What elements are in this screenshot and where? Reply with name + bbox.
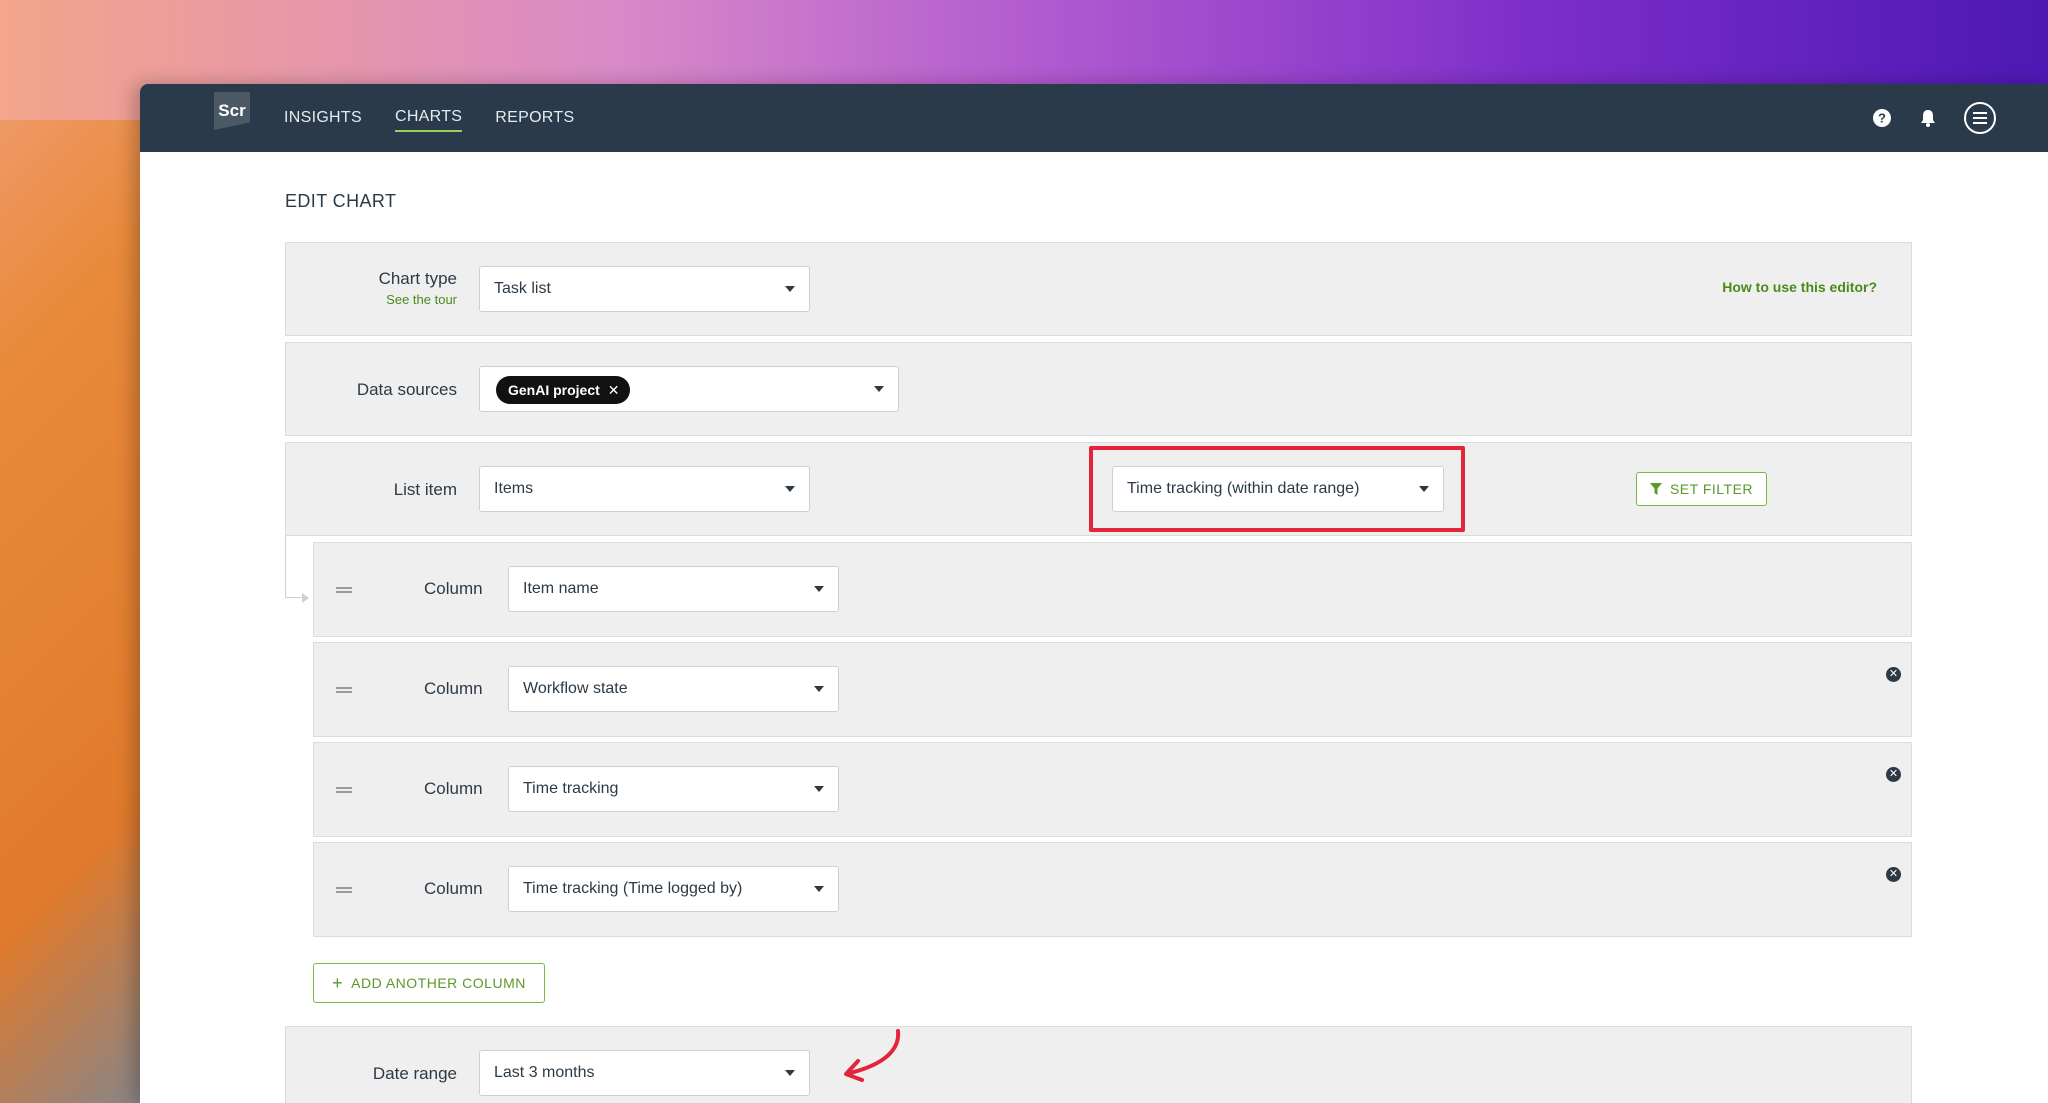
column-row: Column Workflow state ✕ — [313, 642, 1912, 737]
column-row: Column Time tracking ✕ — [313, 742, 1912, 837]
remove-column-icon[interactable]: ✕ — [1886, 667, 1901, 682]
chevron-down-icon — [814, 686, 824, 692]
list-item-label: List item — [393, 480, 457, 499]
data-source-chip: GenAI project ✕ — [496, 376, 630, 404]
nav-insights[interactable]: INSIGHTS — [284, 105, 362, 131]
date-range-label: Date range — [372, 1064, 457, 1083]
how-to-use-editor-link[interactable]: How to use this editor? — [1722, 279, 1877, 295]
column-row: Column Time tracking (Time logged by) ✕ — [313, 842, 1912, 937]
chevron-down-icon — [785, 286, 795, 292]
plus-icon: + — [332, 973, 344, 993]
app-window: Scr INSIGHTS CHARTS REPORTS ? EDIT CHART… — [140, 84, 2048, 1103]
column-label: Column — [424, 779, 483, 798]
date-range-row: Date range Last 3 months — [285, 1026, 1912, 1103]
nav-reports[interactable]: REPORTS — [495, 105, 574, 131]
chevron-down-icon — [874, 386, 884, 392]
main-nav: INSIGHTS CHARTS REPORTS — [284, 84, 574, 152]
list-item-select[interactable]: Items — [479, 466, 810, 512]
topbar-icons: ? — [1872, 84, 1996, 152]
menu-icon[interactable] — [1964, 102, 1996, 134]
chevron-down-icon — [814, 786, 824, 792]
drag-handle-icon[interactable] — [336, 687, 352, 693]
column-select[interactable]: Item name — [508, 566, 839, 612]
tree-connector — [285, 536, 286, 598]
column-label: Column — [424, 879, 483, 898]
chart-type-value: Task list — [494, 280, 551, 297]
add-another-column-button[interactable]: + ADD ANOTHER COLUMN — [313, 963, 545, 1003]
column-select[interactable]: Time tracking — [508, 766, 839, 812]
chart-type-select[interactable]: Task list — [479, 266, 810, 312]
app-logo[interactable]: Scr — [214, 92, 250, 130]
red-highlight-box — [1089, 446, 1465, 532]
bell-icon[interactable] — [1918, 108, 1938, 128]
column-label: Column — [424, 679, 483, 698]
remove-column-icon[interactable]: ✕ — [1886, 767, 1901, 782]
column-value: Time tracking — [523, 780, 619, 797]
column-select[interactable]: Workflow state — [508, 666, 839, 712]
add-another-column-label: ADD ANOTHER COLUMN — [351, 975, 526, 991]
svg-text:?: ? — [1878, 111, 1886, 126]
chevron-down-icon — [785, 1070, 795, 1076]
red-arrow-annotation-icon — [844, 1029, 901, 1082]
chevron-down-icon — [814, 886, 824, 892]
column-value: Item name — [523, 580, 599, 597]
column-row: Column Item name — [313, 542, 1912, 637]
chart-type-label: Chart type — [378, 269, 457, 288]
date-range-select[interactable]: Last 3 months — [479, 1050, 810, 1096]
column-value: Workflow state — [523, 680, 628, 697]
data-sources-select[interactable]: GenAI project ✕ — [479, 366, 899, 412]
see-the-tour-link[interactable]: See the tour — [317, 292, 457, 307]
column-label: Column — [424, 579, 483, 598]
date-range-value: Last 3 months — [494, 1064, 595, 1081]
filter-icon — [1649, 483, 1662, 495]
chart-type-row: Chart type See the tour Task list How to… — [285, 242, 1912, 336]
chevron-down-icon — [814, 586, 824, 592]
remove-column-icon[interactable]: ✕ — [1886, 867, 1901, 882]
page-title: EDIT CHART — [285, 191, 397, 211]
column-select[interactable]: Time tracking (Time logged by) — [508, 866, 839, 912]
data-sources-label: Data sources — [356, 380, 457, 399]
column-value: Time tracking (Time logged by) — [523, 880, 743, 897]
top-navigation-bar: Scr INSIGHTS CHARTS REPORTS ? — [140, 84, 2048, 152]
tree-arrow-icon — [302, 593, 309, 603]
drag-handle-icon[interactable] — [336, 587, 352, 593]
set-filter-label: SET FILTER — [1669, 481, 1754, 497]
list-item-value: Items — [494, 480, 534, 497]
chevron-down-icon — [785, 486, 795, 492]
drag-handle-icon[interactable] — [336, 887, 352, 893]
remove-chip-icon[interactable]: ✕ — [608, 382, 620, 399]
data-source-chip-label: GenAI project — [508, 382, 600, 398]
nav-charts[interactable]: CHARTS — [394, 104, 463, 132]
data-sources-row: Data sources GenAI project ✕ — [285, 342, 1912, 436]
drag-handle-icon[interactable] — [336, 787, 352, 793]
help-icon[interactable]: ? — [1872, 108, 1892, 128]
set-filter-button[interactable]: SET FILTER — [1636, 472, 1767, 506]
